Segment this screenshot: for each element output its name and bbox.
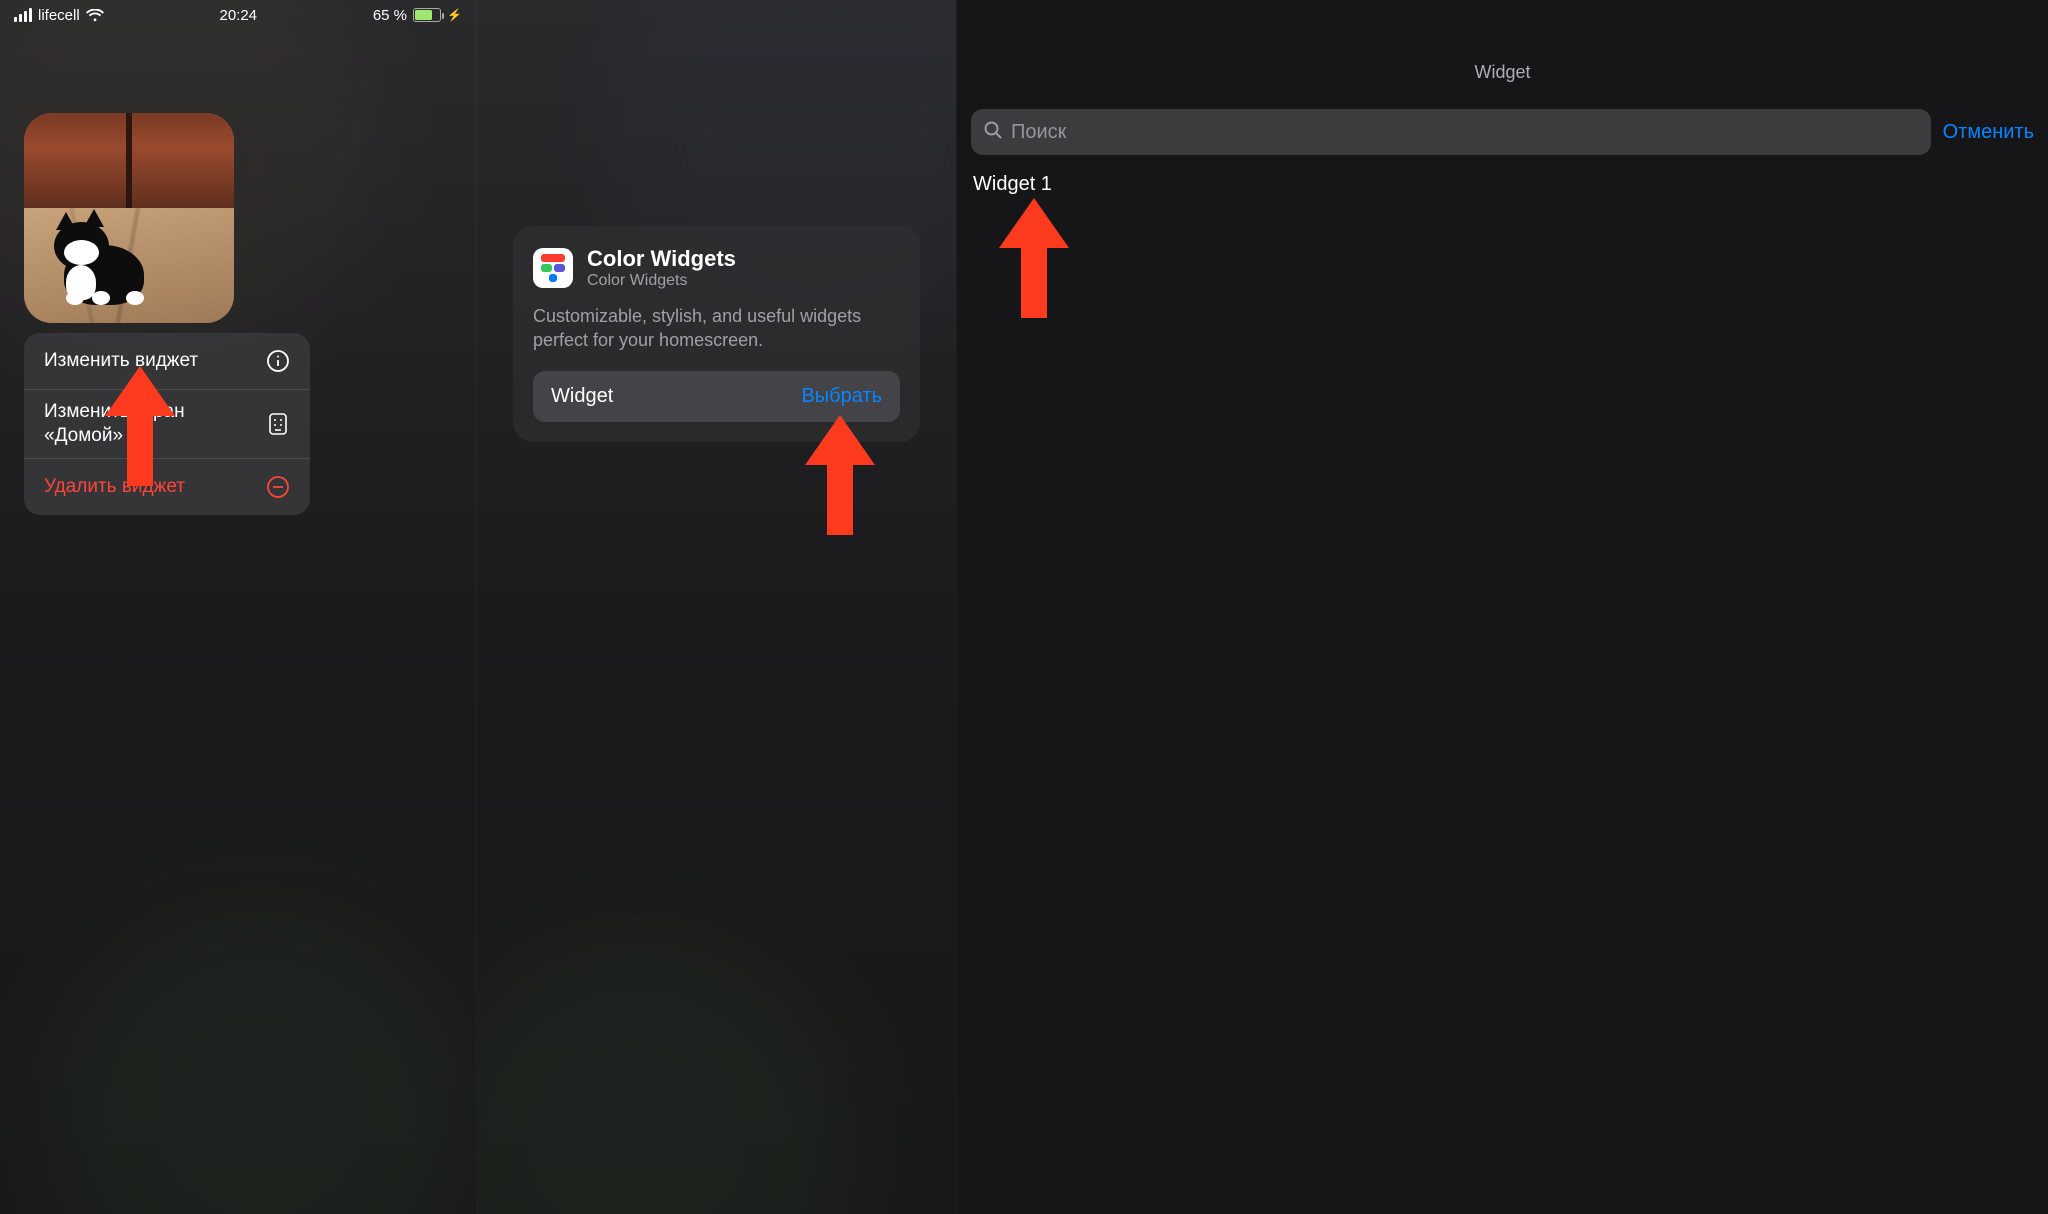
widget-select-row[interactable]: Widget Выбрать bbox=[533, 371, 900, 422]
card-title: Color Widgets bbox=[587, 246, 736, 272]
widget-config-card: Color Widgets Color Widgets Customizable… bbox=[513, 226, 920, 442]
menu-item-edit-home[interactable]: Изменить экран «Домой» bbox=[24, 390, 310, 459]
battery-icon bbox=[413, 8, 441, 22]
annotation-arrow bbox=[999, 198, 1069, 318]
panel-widget-picker: Widget Поиск Отменить Widget 1 bbox=[956, 0, 2048, 1214]
info-icon bbox=[266, 349, 290, 373]
search-icon bbox=[983, 120, 1003, 145]
panel-widget-config: Color Widgets Color Widgets Customizable… bbox=[476, 0, 956, 1214]
menu-item-edit-widget[interactable]: Изменить виджет bbox=[24, 333, 310, 390]
carrier-label: lifecell bbox=[38, 7, 80, 24]
widget-image-kitten bbox=[54, 210, 164, 305]
sheet-title: Widget bbox=[957, 62, 2048, 83]
search-placeholder: Поиск bbox=[1011, 121, 1066, 144]
card-description: Customizable, stylish, and useful widget… bbox=[533, 304, 900, 353]
list-item[interactable]: Widget 1 bbox=[957, 155, 2048, 200]
minus-circle-icon bbox=[266, 475, 290, 499]
menu-item-label: Изменить виджет bbox=[44, 349, 198, 373]
charging-icon: ⚡ bbox=[447, 8, 462, 22]
decorative-blur bbox=[476, 924, 857, 1214]
menu-item-label: Изменить экран «Домой» bbox=[44, 400, 266, 448]
panel-context-menu: lifecell 20:24 65 % ⚡ bbox=[0, 0, 476, 1214]
widget-preview[interactable] bbox=[24, 113, 234, 323]
card-subtitle: Color Widgets bbox=[587, 272, 736, 290]
menu-item-delete-widget[interactable]: Удалить виджет bbox=[24, 459, 310, 515]
app-icon-color-widgets bbox=[533, 248, 573, 288]
apps-icon bbox=[266, 412, 290, 436]
list-item-label: Widget 1 bbox=[973, 173, 1052, 195]
cancel-button[interactable]: Отменить bbox=[1943, 121, 2034, 144]
field-label: Widget bbox=[551, 385, 613, 408]
battery-fill bbox=[415, 10, 432, 20]
search-input[interactable]: Поиск bbox=[971, 109, 1931, 155]
field-action-choose[interactable]: Выбрать bbox=[801, 385, 882, 408]
wifi-icon bbox=[86, 9, 104, 22]
context-menu: Изменить виджет Изменить экран «Домой» bbox=[24, 333, 310, 515]
decorative-blur bbox=[40, 894, 476, 1214]
battery-percent: 65 % bbox=[373, 7, 407, 24]
signal-icon bbox=[14, 8, 32, 22]
status-bar: lifecell 20:24 65 % ⚡ bbox=[0, 0, 476, 30]
menu-item-label: Удалить виджет bbox=[44, 475, 185, 499]
clock: 20:24 bbox=[219, 7, 257, 24]
